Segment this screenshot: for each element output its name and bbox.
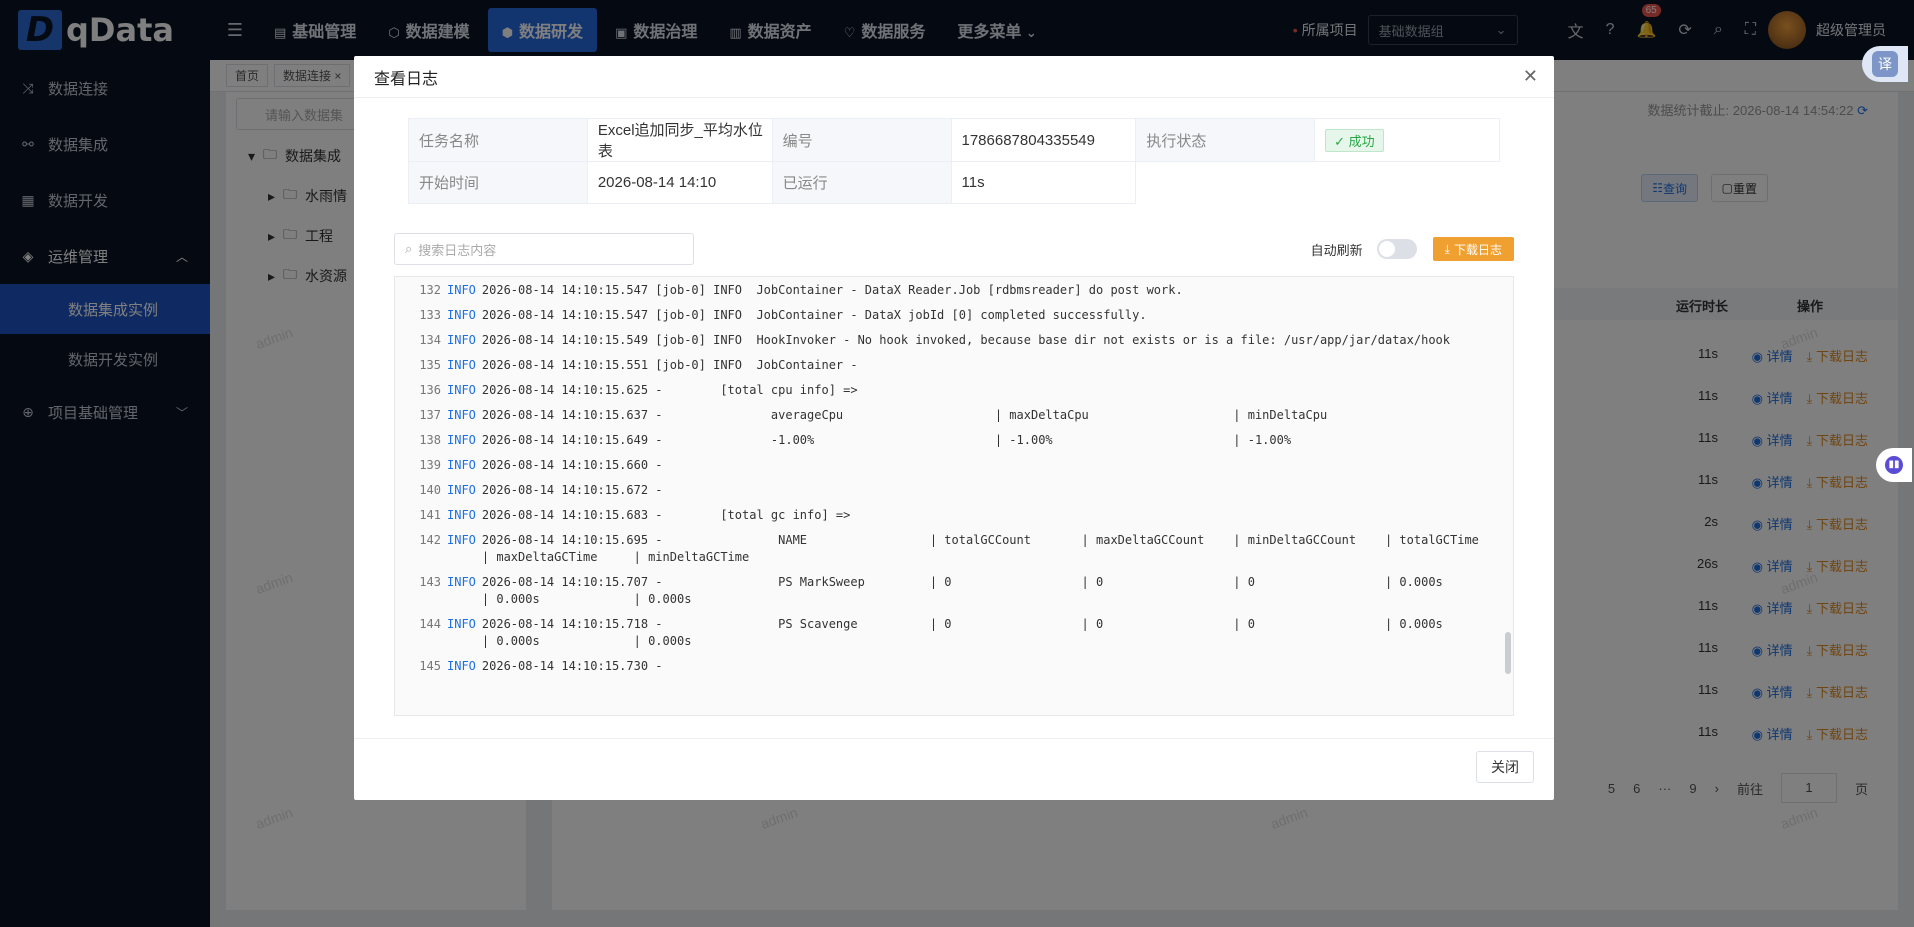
- line-number: 134: [419, 333, 441, 347]
- line-number: 139: [419, 458, 441, 472]
- log-line: 138 INFO 2026-08-14 14:10:15.649 - -1.00% …: [395, 432, 1513, 449]
- log-line: 141 INFO 2026-08-14 14:10:15.683 - [total …: [395, 507, 1513, 524]
- log-modal: 查看日志 ✕ 任务名称 Excel追加同步_平均水位表 编号 178668780…: [354, 56, 1554, 800]
- line-number: 136: [419, 383, 441, 397]
- line-number: 141: [419, 508, 441, 522]
- log-line: 137 INFO 2026-08-14 14:10:15.637 - average…: [395, 407, 1513, 424]
- line-number: 133: [419, 308, 441, 322]
- translate-icon: 译: [1872, 51, 1898, 77]
- log-level: INFO: [447, 508, 476, 522]
- log-line: 139 INFO 2026-08-14 14:10:15.660 -: [395, 457, 1513, 474]
- check-circle-icon: ✓: [1334, 133, 1349, 149]
- log-level: INFO: [447, 617, 476, 631]
- log-line: 140 INFO 2026-08-14 14:10:15.672 -: [395, 482, 1513, 499]
- log-text: 2026-08-14 14:10:15.718 - PS Scavenge | …: [481, 617, 1443, 648]
- status-label: 执行状态: [1135, 118, 1316, 162]
- line-number: 137: [419, 408, 441, 422]
- empty-cell: [1135, 161, 1500, 204]
- log-level: INFO: [447, 575, 476, 589]
- log-line: 143 INFO 2026-08-14 14:10:15.707 - PS Mark…: [395, 574, 1513, 608]
- task-name-label: 任务名称: [408, 118, 588, 162]
- log-text: 2026-08-14 14:10:15.660 -: [481, 458, 663, 472]
- status-badge: ✓ 成功: [1325, 128, 1384, 152]
- task-name-value: Excel追加同步_平均水位表: [586, 118, 773, 162]
- log-line: 145 INFO 2026-08-14 14:10:15.730 -: [395, 658, 1513, 675]
- log-line: 133 INFO 2026-08-14 14:10:15.547 [job-0] I…: [395, 307, 1513, 324]
- line-number: 145: [419, 659, 441, 673]
- log-text: 2026-08-14 14:10:15.551 [job-0] INFO Job…: [481, 358, 858, 372]
- line-number: 140: [419, 483, 441, 497]
- log-level: INFO: [447, 308, 476, 322]
- modal-title: 查看日志: [374, 70, 439, 88]
- log-level: INFO: [447, 533, 476, 547]
- elapsed-label: 已运行: [771, 161, 952, 204]
- log-line: 135 INFO 2026-08-14 14:10:15.551 [job-0] I…: [395, 357, 1513, 374]
- log-text: 2026-08-14 14:10:15.625 - [total cpu inf…: [481, 383, 858, 397]
- close-button[interactable]: 关闭: [1476, 751, 1534, 783]
- log-text: 2026-08-14 14:10:15.672 -: [481, 483, 663, 497]
- start-label: 开始时间: [408, 161, 588, 204]
- log-text: 2026-08-14 14:10:15.707 - PS MarkSweep |…: [481, 575, 1443, 606]
- log-level: INFO: [447, 383, 476, 397]
- id-value: 1786687804335549: [950, 118, 1137, 162]
- status-cell: ✓ 成功: [1314, 118, 1500, 162]
- auto-refresh-toggle[interactable]: [1376, 239, 1417, 259]
- line-number: 132: [419, 283, 441, 297]
- log-text: 2026-08-14 14:10:15.547 [job-0] INFO Job…: [481, 308, 1147, 322]
- log-level: INFO: [447, 458, 476, 472]
- log-viewer[interactable]: 132 INFO 2026-08-14 14:10:15.547 [job-0] I…: [394, 276, 1514, 716]
- translate-float-button[interactable]: 译: [1862, 46, 1908, 82]
- search-icon: ⌕: [405, 241, 413, 256]
- log-line: 142 INFO 2026-08-14 14:10:15.695 - NAME | …: [395, 532, 1513, 566]
- log-level: INFO: [447, 483, 476, 497]
- task-info-table: 任务名称 Excel追加同步_平均水位表 编号 1786687804335549…: [408, 118, 1500, 204]
- log-level: INFO: [447, 333, 476, 347]
- line-number: 144: [419, 617, 441, 631]
- modal-footer: 关闭: [354, 738, 1554, 800]
- log-level: INFO: [447, 283, 476, 297]
- log-scrollbar[interactable]: [1505, 632, 1511, 674]
- log-line: 134 INFO 2026-08-14 14:10:15.549 [job-0] I…: [395, 332, 1513, 349]
- log-controls: ⌕ 搜索日志内容 自动刷新 ⤓ 下载日志: [394, 233, 1514, 265]
- log-text: 2026-08-14 14:10:15.695 - NAME | totalGC…: [481, 533, 1479, 564]
- assistant-float-button[interactable]: ▮▮: [1876, 448, 1912, 482]
- id-label: 编号: [771, 118, 952, 162]
- line-number: 138: [419, 433, 441, 447]
- close-icon[interactable]: ✕: [1523, 66, 1538, 87]
- log-text: 2026-08-14 14:10:15.730 -: [481, 659, 663, 673]
- log-text: 2026-08-14 14:10:15.649 - -1.00% | -1.00…: [481, 433, 1292, 447]
- download-log-button[interactable]: ⤓ 下载日志: [1432, 237, 1514, 261]
- start-value: 2026-08-14 14:10: [586, 161, 773, 204]
- log-level: INFO: [447, 408, 476, 422]
- log-text: 2026-08-14 14:10:15.549 [job-0] INFO Hoo…: [481, 333, 1451, 347]
- download-icon: ⤓: [1444, 241, 1450, 256]
- log-level: INFO: [447, 358, 476, 372]
- line-number: 135: [419, 358, 441, 372]
- log-search-input[interactable]: ⌕ 搜索日志内容: [394, 233, 694, 265]
- auto-refresh-label: 自动刷新: [1310, 242, 1363, 258]
- log-level: INFO: [447, 659, 476, 673]
- log-text: 2026-08-14 14:10:15.547 [job-0] INFO Job…: [481, 283, 1183, 297]
- log-text: 2026-08-14 14:10:15.683 - [total gc info…: [481, 508, 851, 522]
- assistant-icon: ▮▮: [1885, 456, 1903, 474]
- log-level: INFO: [447, 433, 476, 447]
- line-number: 143: [419, 575, 441, 589]
- log-line: 132 INFO 2026-08-14 14:10:15.547 [job-0] I…: [395, 282, 1513, 299]
- modal-header: 查看日志 ✕: [354, 56, 1554, 98]
- log-text: 2026-08-14 14:10:15.637 - averageCpu | m…: [481, 408, 1328, 422]
- elapsed-value: 11s: [950, 161, 1137, 204]
- line-number: 142: [419, 533, 441, 547]
- log-line: 136 INFO 2026-08-14 14:10:15.625 - [total …: [395, 382, 1513, 399]
- log-line: 144 INFO 2026-08-14 14:10:15.718 - PS Scav…: [395, 616, 1513, 650]
